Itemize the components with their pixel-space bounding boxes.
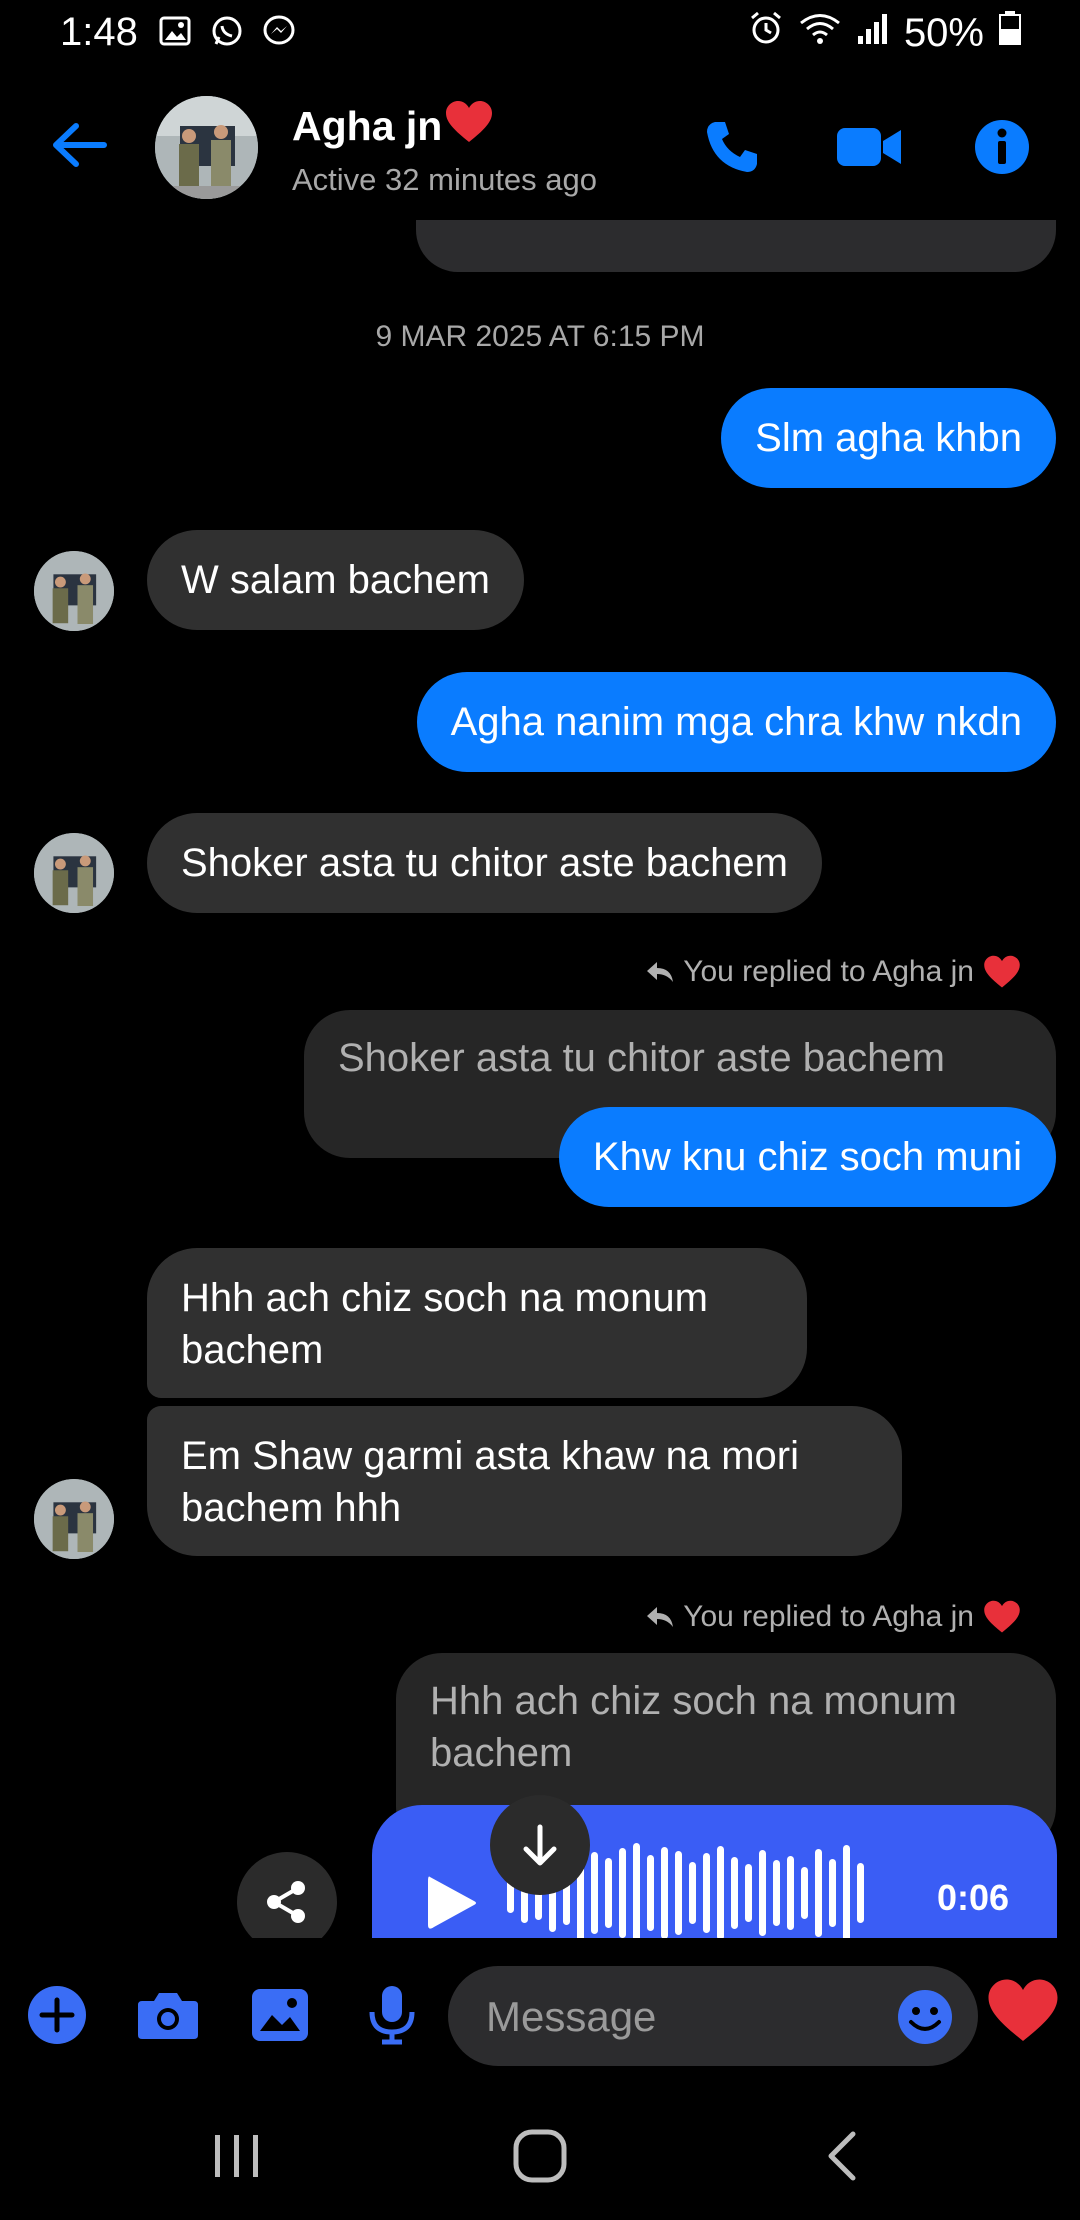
contact-small-avatar[interactable] [34, 1479, 114, 1559]
reply-arrow-icon [647, 1607, 674, 1627]
battery-icon [998, 10, 1022, 56]
audio-message[interactable]: 0:06 [372, 1805, 1057, 1938]
waveform-bar [689, 1862, 696, 1924]
contact-avatar[interactable] [155, 96, 258, 199]
status-time: 1:48 [60, 10, 138, 54]
message-line: bachem [430, 1731, 573, 1775]
message-input-box[interactable] [448, 1966, 978, 2066]
outgoing-message[interactable]: Slm agha khbn [721, 388, 1056, 488]
reply-indicator: You replied to Agha jn [645, 1600, 1022, 1634]
waveform-bar [703, 1853, 710, 1933]
microphone-icon[interactable] [357, 1980, 427, 2050]
message-line: bachem [181, 1328, 324, 1372]
waveform-bar [829, 1859, 836, 1927]
reply-indicator: You replied to Agha jn [645, 955, 1022, 989]
voice-call-icon[interactable] [700, 115, 764, 179]
waveform-bar [717, 1846, 724, 1938]
waveform-bar [731, 1857, 738, 1929]
active-status: Active 32 minutes ago [292, 162, 598, 197]
signal-icon [856, 11, 890, 56]
waveform-bar [815, 1849, 822, 1937]
waveform-bar [647, 1855, 654, 1931]
system-navigation-bar [0, 2088, 1080, 2220]
waveform-bar [675, 1851, 682, 1935]
waveform-bar [843, 1845, 850, 1938]
heart-icon [444, 100, 494, 154]
scroll-to-bottom-button[interactable] [490, 1795, 590, 1895]
alarm-icon [748, 10, 784, 56]
outgoing-message[interactable]: Khw knu chiz soch muni [558, 1107, 1056, 1207]
chat-timestamp: 9 MAR 2025 AT 6:15 PM [375, 320, 705, 353]
plus-icon[interactable] [22, 1980, 92, 2050]
messenger-notification-icon [262, 14, 296, 48]
waveform-bar [759, 1850, 766, 1936]
waveform-bar [591, 1852, 598, 1934]
gallery-icon[interactable] [245, 1980, 315, 2050]
audio-duration: 0:06 [936, 1877, 1009, 1918]
reply-arrow-icon [647, 962, 674, 982]
message-list[interactable]: 9 MAR 2025 AT 6:15 PM Slm agha khbn W sa… [0, 220, 1080, 1938]
conversation-header: Agha jn Active 32 minutes ago [0, 70, 1080, 220]
share-icon [267, 1881, 305, 1923]
info-icon[interactable] [970, 115, 1034, 179]
wifi-icon [798, 11, 842, 56]
camera-icon[interactable] [133, 1980, 203, 2050]
message-line: Hhh ach chiz soch na monum [430, 1679, 957, 1723]
whatsapp-notification-icon [210, 14, 244, 48]
message-line: Em Shaw garmi asta khaw na mori [181, 1434, 800, 1478]
outgoing-message[interactable]: Agha nanim mga chra khw nkdn [416, 672, 1056, 772]
heart-icon [984, 955, 1020, 988]
incoming-message[interactable]: W salam bachem [147, 530, 524, 630]
waveform-bar [857, 1863, 864, 1923]
gallery-notification-icon [158, 14, 192, 48]
incoming-message[interactable]: Shoker asta tu chitor aste bachem [147, 813, 822, 913]
arrow-down-icon [523, 1824, 557, 1866]
waveform-bar [605, 1858, 612, 1928]
message-input[interactable] [484, 1990, 868, 2044]
emoji-icon[interactable] [896, 1988, 954, 2046]
previous-message-card[interactable] [416, 220, 1056, 272]
waveform-bar [633, 1843, 640, 1938]
waveform-bar [661, 1847, 668, 1938]
video-call-icon[interactable] [834, 115, 904, 179]
contact-small-avatar[interactable] [34, 833, 114, 913]
battery-percent: 50% [903, 10, 984, 55]
reply-label: You replied to Agha jn [683, 1600, 974, 1633]
recent-apps-icon[interactable] [202, 2128, 272, 2184]
incoming-message[interactable]: Hhh ach chiz soch na monum bachem [147, 1248, 807, 1398]
contact-small-avatar[interactable] [34, 551, 114, 631]
waveform-bar [619, 1848, 626, 1938]
waveform-bar [745, 1864, 752, 1922]
message-line: bachem hhh [181, 1486, 402, 1530]
heart-icon [984, 1600, 1020, 1633]
message-line: Hhh ach chiz soch na monum [181, 1276, 708, 1320]
incoming-message[interactable]: Em Shaw garmi asta khaw na mori bachem h… [147, 1406, 902, 1556]
play-icon[interactable] [424, 1873, 480, 1938]
contact-name-text: Agha jn [292, 103, 443, 149]
waveform-bar [787, 1856, 794, 1930]
share-button[interactable] [237, 1852, 337, 1938]
heart-send-icon[interactable] [985, 1978, 1061, 2048]
waveform-bar [773, 1860, 780, 1926]
back-arrow-icon[interactable] [48, 120, 108, 170]
back-icon[interactable] [808, 2128, 878, 2184]
message-composer [0, 1938, 1080, 2088]
contact-name[interactable]: Agha jn [292, 100, 494, 154]
status-bar: 1:48 50% [0, 0, 1080, 70]
reply-label: You replied to Agha jn [683, 955, 974, 988]
home-icon[interactable] [505, 2128, 575, 2184]
waveform-bar [801, 1867, 808, 1919]
